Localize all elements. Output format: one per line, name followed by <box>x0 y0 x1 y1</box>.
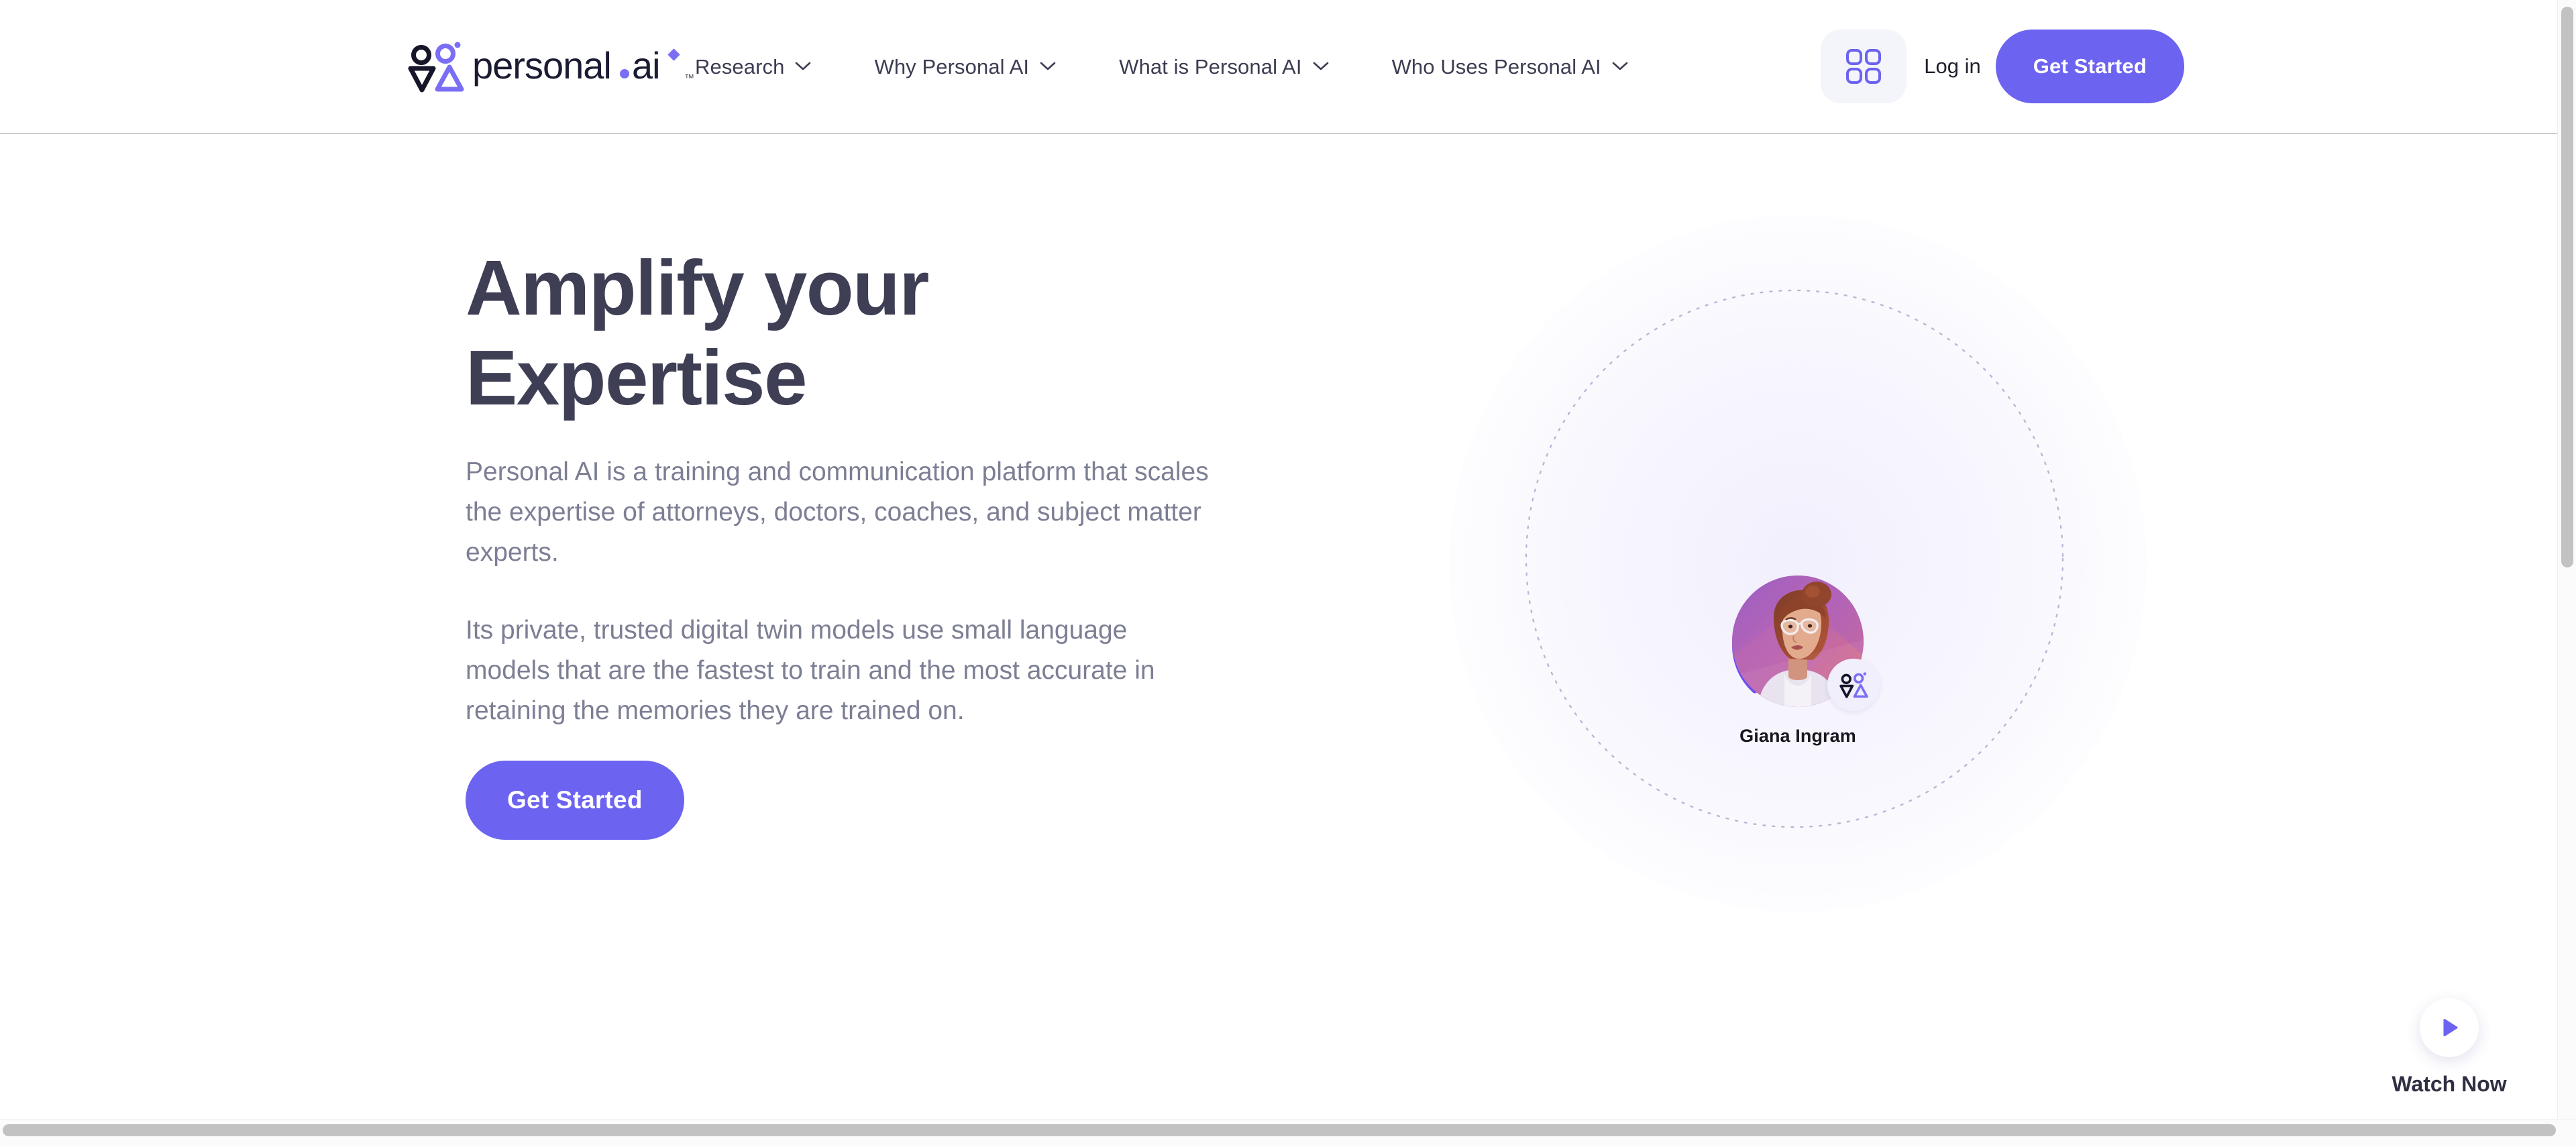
apps-grid-button[interactable] <box>1821 30 1907 103</box>
vertical-scrollbar[interactable] <box>2557 0 2576 1119</box>
chevron-down-icon <box>1040 62 1056 71</box>
svg-text:™: ™ <box>684 72 694 84</box>
personal-ai-logo-mark-icon <box>407 40 464 94</box>
chevron-down-icon <box>795 62 811 71</box>
get-started-hero-button[interactable]: Get Started <box>466 761 684 840</box>
grid-apps-icon <box>1845 48 1882 85</box>
svg-text:ai: ai <box>632 46 660 87</box>
hero-copy: Amplify your Expertise Personal AI is a … <box>466 243 1230 840</box>
nav-item-research[interactable]: Research <box>695 50 811 84</box>
watch-now-button[interactable]: Watch Now <box>2385 998 2513 1097</box>
hero-section: Amplify your Expertise Personal AI is a … <box>0 134 2557 1119</box>
primary-navigation: Research Why Personal AI What is Persona… <box>695 0 1628 133</box>
chevron-down-icon <box>1313 62 1329 71</box>
nav-item-label: Why Personal AI <box>874 54 1030 78</box>
site-header: personal ai ™ Research Why Personal AI W… <box>0 0 2557 134</box>
chevron-down-icon <box>1612 62 1628 71</box>
browser-viewport: personal ai ™ Research Why Personal AI W… <box>0 0 2576 1147</box>
nav-item-who-uses-personal-ai[interactable]: Who Uses Personal AI <box>1392 50 1628 84</box>
hero-visual: Giana Ingram <box>1449 215 2147 912</box>
page-title: Amplify your Expertise <box>466 244 929 421</box>
watch-now-label: Watch Now <box>2392 1072 2507 1096</box>
avatar-name-label: Giana Ingram <box>1739 726 1856 746</box>
svg-text:personal: personal <box>472 46 611 87</box>
horizontal-scrollbar[interactable] <box>0 1119 2576 1147</box>
horizontal-scroll-thumb[interactable] <box>3 1124 2556 1136</box>
hero-paragraph-1: Personal AI is a training and communicat… <box>466 457 1209 567</box>
nav-item-why-personal-ai[interactable]: Why Personal AI <box>874 50 1056 84</box>
nav-item-label: What is Personal AI <box>1119 54 1302 78</box>
avatar-verified-badge <box>1827 659 1880 711</box>
header-actions: Log in Get Started <box>1821 0 2184 133</box>
avatar-card: Giana Ingram <box>1704 576 1892 747</box>
nav-item-label: Who Uses Personal AI <box>1391 54 1601 78</box>
play-icon <box>2420 998 2479 1057</box>
nav-item-label: Research <box>695 54 785 78</box>
brand-logo-link[interactable]: personal ai ™ <box>407 38 700 97</box>
header-inner: personal ai ™ Research Why Personal AI W… <box>0 0 2557 133</box>
brand-wordmark: personal ai ™ <box>472 46 700 88</box>
get-started-header-button[interactable]: Get Started <box>1995 30 2184 103</box>
nav-item-what-is-personal-ai[interactable]: What is Personal AI <box>1119 50 1328 84</box>
vertical-scroll-thumb[interactable] <box>2561 7 2573 567</box>
login-link[interactable]: Log in <box>1924 54 1980 78</box>
personal-ai-logo-mark-icon <box>1839 671 1868 699</box>
avatar[interactable] <box>1732 576 1880 711</box>
page-canvas: personal ai ™ Research Why Personal AI W… <box>0 0 2557 1119</box>
hero-paragraph-2: Its private, trusted digital twin models… <box>466 616 1155 725</box>
